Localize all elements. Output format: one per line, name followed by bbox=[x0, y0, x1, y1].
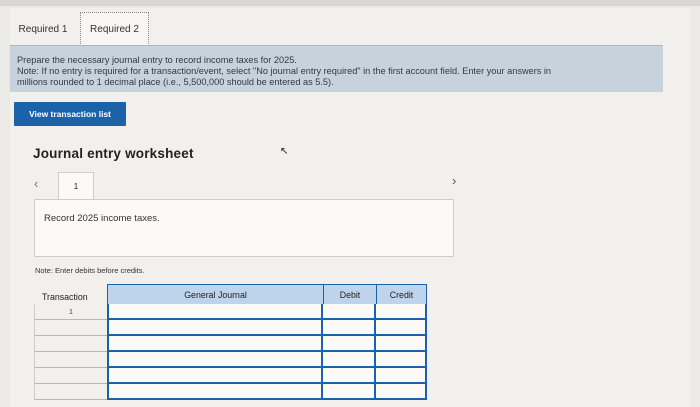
header-credit: Credit bbox=[376, 284, 427, 304]
credit-input[interactable] bbox=[376, 336, 427, 352]
account-input[interactable] bbox=[107, 384, 323, 400]
top-bar bbox=[0, 0, 700, 6]
credit-input[interactable] bbox=[376, 320, 427, 336]
account-input[interactable] bbox=[107, 368, 323, 384]
debit-input[interactable] bbox=[323, 320, 376, 336]
table-row bbox=[34, 320, 427, 336]
transaction-cell bbox=[34, 352, 107, 368]
credit-input[interactable] bbox=[376, 368, 427, 384]
credit-input[interactable] bbox=[376, 352, 427, 368]
instructions-box: Prepare the necessary journal entry to r… bbox=[10, 45, 663, 92]
debit-input[interactable] bbox=[323, 384, 376, 400]
header-general-journal: General Journal bbox=[107, 284, 323, 304]
journal-table: Transaction General Journal Debit Credit… bbox=[34, 284, 427, 402]
table-row bbox=[34, 336, 427, 352]
account-input[interactable] bbox=[107, 304, 323, 320]
tab-required-2[interactable]: Required 2 bbox=[80, 12, 149, 46]
header-debit: Debit bbox=[323, 284, 376, 304]
record-description: Record 2025 income taxes. bbox=[34, 199, 454, 257]
credit-input[interactable] bbox=[376, 304, 427, 320]
debit-input[interactable] bbox=[323, 336, 376, 352]
transaction-cell bbox=[34, 320, 107, 336]
table-row: 1 bbox=[34, 304, 427, 320]
instruction-line-1: Prepare the necessary journal entry to r… bbox=[17, 55, 297, 65]
chevron-right-icon[interactable]: › bbox=[452, 173, 456, 188]
credit-input[interactable] bbox=[376, 384, 427, 400]
worksheet-title: Journal entry worksheet bbox=[33, 146, 194, 161]
transaction-cell bbox=[34, 384, 107, 400]
chevron-left-icon[interactable]: ‹ bbox=[34, 176, 38, 191]
account-input[interactable] bbox=[107, 336, 323, 352]
tab-required-1[interactable]: Required 1 bbox=[14, 12, 72, 46]
table-row bbox=[34, 352, 427, 368]
instruction-line-3: millions rounded to 1 decimal place (i.e… bbox=[17, 77, 334, 87]
transaction-cell bbox=[34, 336, 107, 352]
transaction-cell: 1 bbox=[34, 304, 107, 320]
mouse-cursor-icon: ↖ bbox=[280, 146, 289, 157]
header-transaction: Transaction bbox=[34, 284, 107, 304]
instruction-line-2: Note: If no entry is required for a tran… bbox=[17, 66, 552, 76]
debit-input[interactable] bbox=[323, 352, 376, 368]
worksheet-page-tab[interactable]: 1 bbox=[58, 172, 94, 200]
table-row bbox=[34, 368, 427, 384]
transaction-cell bbox=[34, 368, 107, 384]
debit-input[interactable] bbox=[323, 368, 376, 384]
table-row bbox=[34, 384, 427, 400]
debit-input[interactable] bbox=[323, 304, 376, 320]
account-input[interactable] bbox=[107, 352, 323, 368]
debit-credit-note: Note: Enter debits before credits. bbox=[35, 266, 145, 275]
account-input[interactable] bbox=[107, 320, 323, 336]
view-transaction-list-button[interactable]: View transaction list bbox=[14, 102, 126, 126]
